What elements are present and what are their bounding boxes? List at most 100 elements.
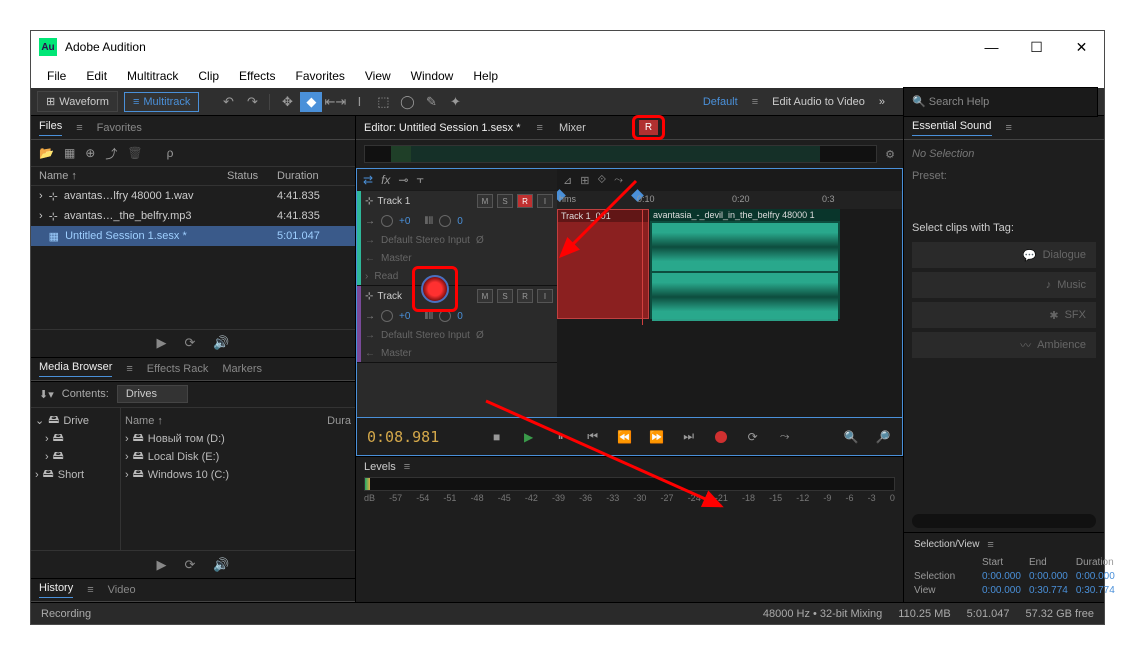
tab-media-browser[interactable]: Media Browser <box>39 361 112 377</box>
eq-icon[interactable]: ⫟ <box>416 172 423 187</box>
autoplay-icon[interactable]: 🔊 <box>213 557 229 573</box>
col-status[interactable]: Status <box>227 170 277 182</box>
arm-record-button[interactable]: R <box>517 194 533 208</box>
tab-effects-rack[interactable]: Effects Rack <box>147 363 209 375</box>
menu-clip[interactable]: Clip <box>190 66 227 86</box>
import-icon[interactable]: ⊕ <box>85 146 95 160</box>
mute-button[interactable]: M <box>477 289 493 303</box>
volume-knob[interactable] <box>381 215 393 227</box>
file-row[interactable]: ›▦Untitled Session 1.sesx * 5:01.047 <box>31 226 355 246</box>
export-icon[interactable]: ⤴ <box>105 145 117 162</box>
open-file-icon[interactable]: 📂 <box>39 146 54 160</box>
grid-icon[interactable]: ⊞ <box>580 174 589 187</box>
tool-razor[interactable]: ◆ <box>300 92 322 112</box>
view-start[interactable]: 0:00.000 <box>982 585 1021 596</box>
levels-menu[interactable]: ≡ <box>404 461 410 473</box>
tree-item[interactable]: ›🖴 <box>35 430 116 448</box>
menu-file[interactable]: File <box>39 66 74 86</box>
tool-time[interactable]: I <box>348 92 370 112</box>
drive-item[interactable]: ›🖴Новый том (D:) <box>125 430 351 448</box>
crossfade-icon[interactable]: ⟐ <box>597 174 606 187</box>
time-ruler[interactable]: hms 0:10 0:20 0:3 <box>557 191 902 209</box>
clips-area[interactable]: Track 1_001 avantasia_-_devil_in_the_bel… <box>557 209 902 325</box>
search-help[interactable]: 🔍 Search Help <box>903 87 1098 117</box>
tab-favorites[interactable]: Favorites <box>97 122 142 134</box>
drive-item[interactable]: ›🖴Windows 10 (C:) <box>125 466 351 484</box>
track-output[interactable]: Master <box>381 348 412 359</box>
forward-button[interactable]: ⏩ <box>648 428 666 446</box>
audio-clip[interactable]: avantasia_-_devil_in_the_belfry 48000 1 <box>650 209 840 319</box>
tab-files[interactable]: Files <box>39 120 62 136</box>
skip-forward-button[interactable]: ⏭ <box>680 428 698 446</box>
workspace-edit-audio[interactable]: Edit Audio to Video <box>772 96 865 108</box>
filter-icon[interactable]: ρ <box>167 146 174 160</box>
recording-clip[interactable]: Track 1_001 <box>557 209 649 319</box>
tab-editor[interactable]: Editor: Untitled Session 1.sesx * <box>364 122 521 134</box>
waveform-mode-button[interactable]: ⊞ Waveform <box>37 91 118 112</box>
menu-help[interactable]: Help <box>465 66 506 86</box>
fx-icon[interactable]: fx <box>381 173 390 187</box>
files-panel-menu[interactable]: ≡ <box>76 122 82 134</box>
overview-navigator[interactable] <box>364 145 877 163</box>
tool-heal[interactable]: ✦ <box>444 92 466 112</box>
tree-item[interactable]: ›🖴Short <box>35 466 116 484</box>
tool-redo[interactable]: ↷ <box>241 92 263 112</box>
tool-brush[interactable]: ✎ <box>420 92 442 112</box>
volume-knob[interactable] <box>381 310 393 322</box>
tree-item[interactable]: ›🖴 <box>35 448 116 466</box>
rewind-button[interactable]: ⏪ <box>616 428 634 446</box>
tab-mixer[interactable]: Mixer <box>559 122 586 134</box>
tag-music[interactable]: ♪Music <box>912 272 1096 298</box>
loop-icon[interactable]: ⇄ <box>363 173 373 187</box>
tool-lasso[interactable]: ◯ <box>396 92 418 112</box>
play-icon[interactable]: ▶ <box>156 557 166 573</box>
new-file-icon[interactable]: ▦ <box>64 146 75 160</box>
zoom-in-icon[interactable]: 🔍 <box>842 428 860 446</box>
drive-item[interactable]: ›🖴Local Disk (E:) <box>125 448 351 466</box>
monitor-button[interactable]: I <box>537 289 553 303</box>
menu-multitrack[interactable]: Multitrack <box>119 66 186 86</box>
skip-back-button[interactable]: ⏮ <box>584 428 602 446</box>
play-button[interactable]: ▶ <box>520 428 538 446</box>
tree-item[interactable]: ⌄🖴Drive <box>35 412 116 430</box>
sel-end[interactable]: 0:00.000 <box>1029 571 1068 582</box>
tag-dialogue[interactable]: 💬Dialogue <box>912 242 1096 268</box>
record-button[interactable] <box>712 428 730 446</box>
workspace-menu-icon[interactable]: ≡ <box>752 96 758 108</box>
playhead[interactable] <box>642 209 643 325</box>
menu-effects[interactable]: Effects <box>231 66 283 86</box>
ripple-icon[interactable]: ⤳ <box>614 174 623 187</box>
workspace-more[interactable]: » <box>879 96 885 108</box>
tab-history[interactable]: History <box>39 582 73 598</box>
menu-window[interactable]: Window <box>403 66 462 86</box>
timecode-display[interactable]: 0:08.981 <box>367 428 439 446</box>
history-menu[interactable]: ≡ <box>87 584 93 596</box>
tab-essential-sound[interactable]: Essential Sound <box>912 120 992 136</box>
sel-dur[interactable]: 0:00.000 <box>1076 571 1115 582</box>
tool-slip[interactable]: ⇤⇥ <box>324 92 346 112</box>
play-icon[interactable]: ▶ <box>156 335 166 351</box>
multitrack-mode-button[interactable]: ≡ Multitrack <box>124 92 199 112</box>
pause-button[interactable]: ⏸ <box>552 428 570 446</box>
tool-marquee[interactable]: ⬚ <box>372 92 394 112</box>
essential-menu[interactable]: ≡ <box>1006 122 1012 134</box>
track-read[interactable]: Read <box>374 271 398 282</box>
tool-undo[interactable]: ↶ <box>217 92 239 112</box>
delete-icon[interactable]: 🗑 <box>127 146 142 160</box>
solo-button[interactable]: S <box>497 194 513 208</box>
tab-markers[interactable]: Markers <box>222 363 262 375</box>
close-button[interactable]: ✕ <box>1059 31 1104 63</box>
sel-start[interactable]: 0:00.000 <box>982 571 1021 582</box>
col-duration[interactable]: Duration <box>277 170 347 182</box>
mute-button[interactable]: M <box>477 194 493 208</box>
selview-menu[interactable]: ≡ <box>987 539 993 551</box>
file-row[interactable]: ›⊹avantas…lfry 48000 1.wav 4:41.835 <box>31 186 355 206</box>
track-input[interactable]: Default Stereo Input <box>381 330 470 341</box>
skip-silence-button[interactable]: ⤳ <box>776 428 794 446</box>
loop-icon[interactable]: ⟳ <box>184 557 195 573</box>
tab-video[interactable]: Video <box>108 584 136 596</box>
track-name[interactable]: Track 1 <box>377 196 473 207</box>
loop-button[interactable]: ⟳ <box>744 428 762 446</box>
settings-icon[interactable]: ⚙ <box>885 148 895 161</box>
loop-icon[interactable]: ⟳ <box>184 335 195 351</box>
